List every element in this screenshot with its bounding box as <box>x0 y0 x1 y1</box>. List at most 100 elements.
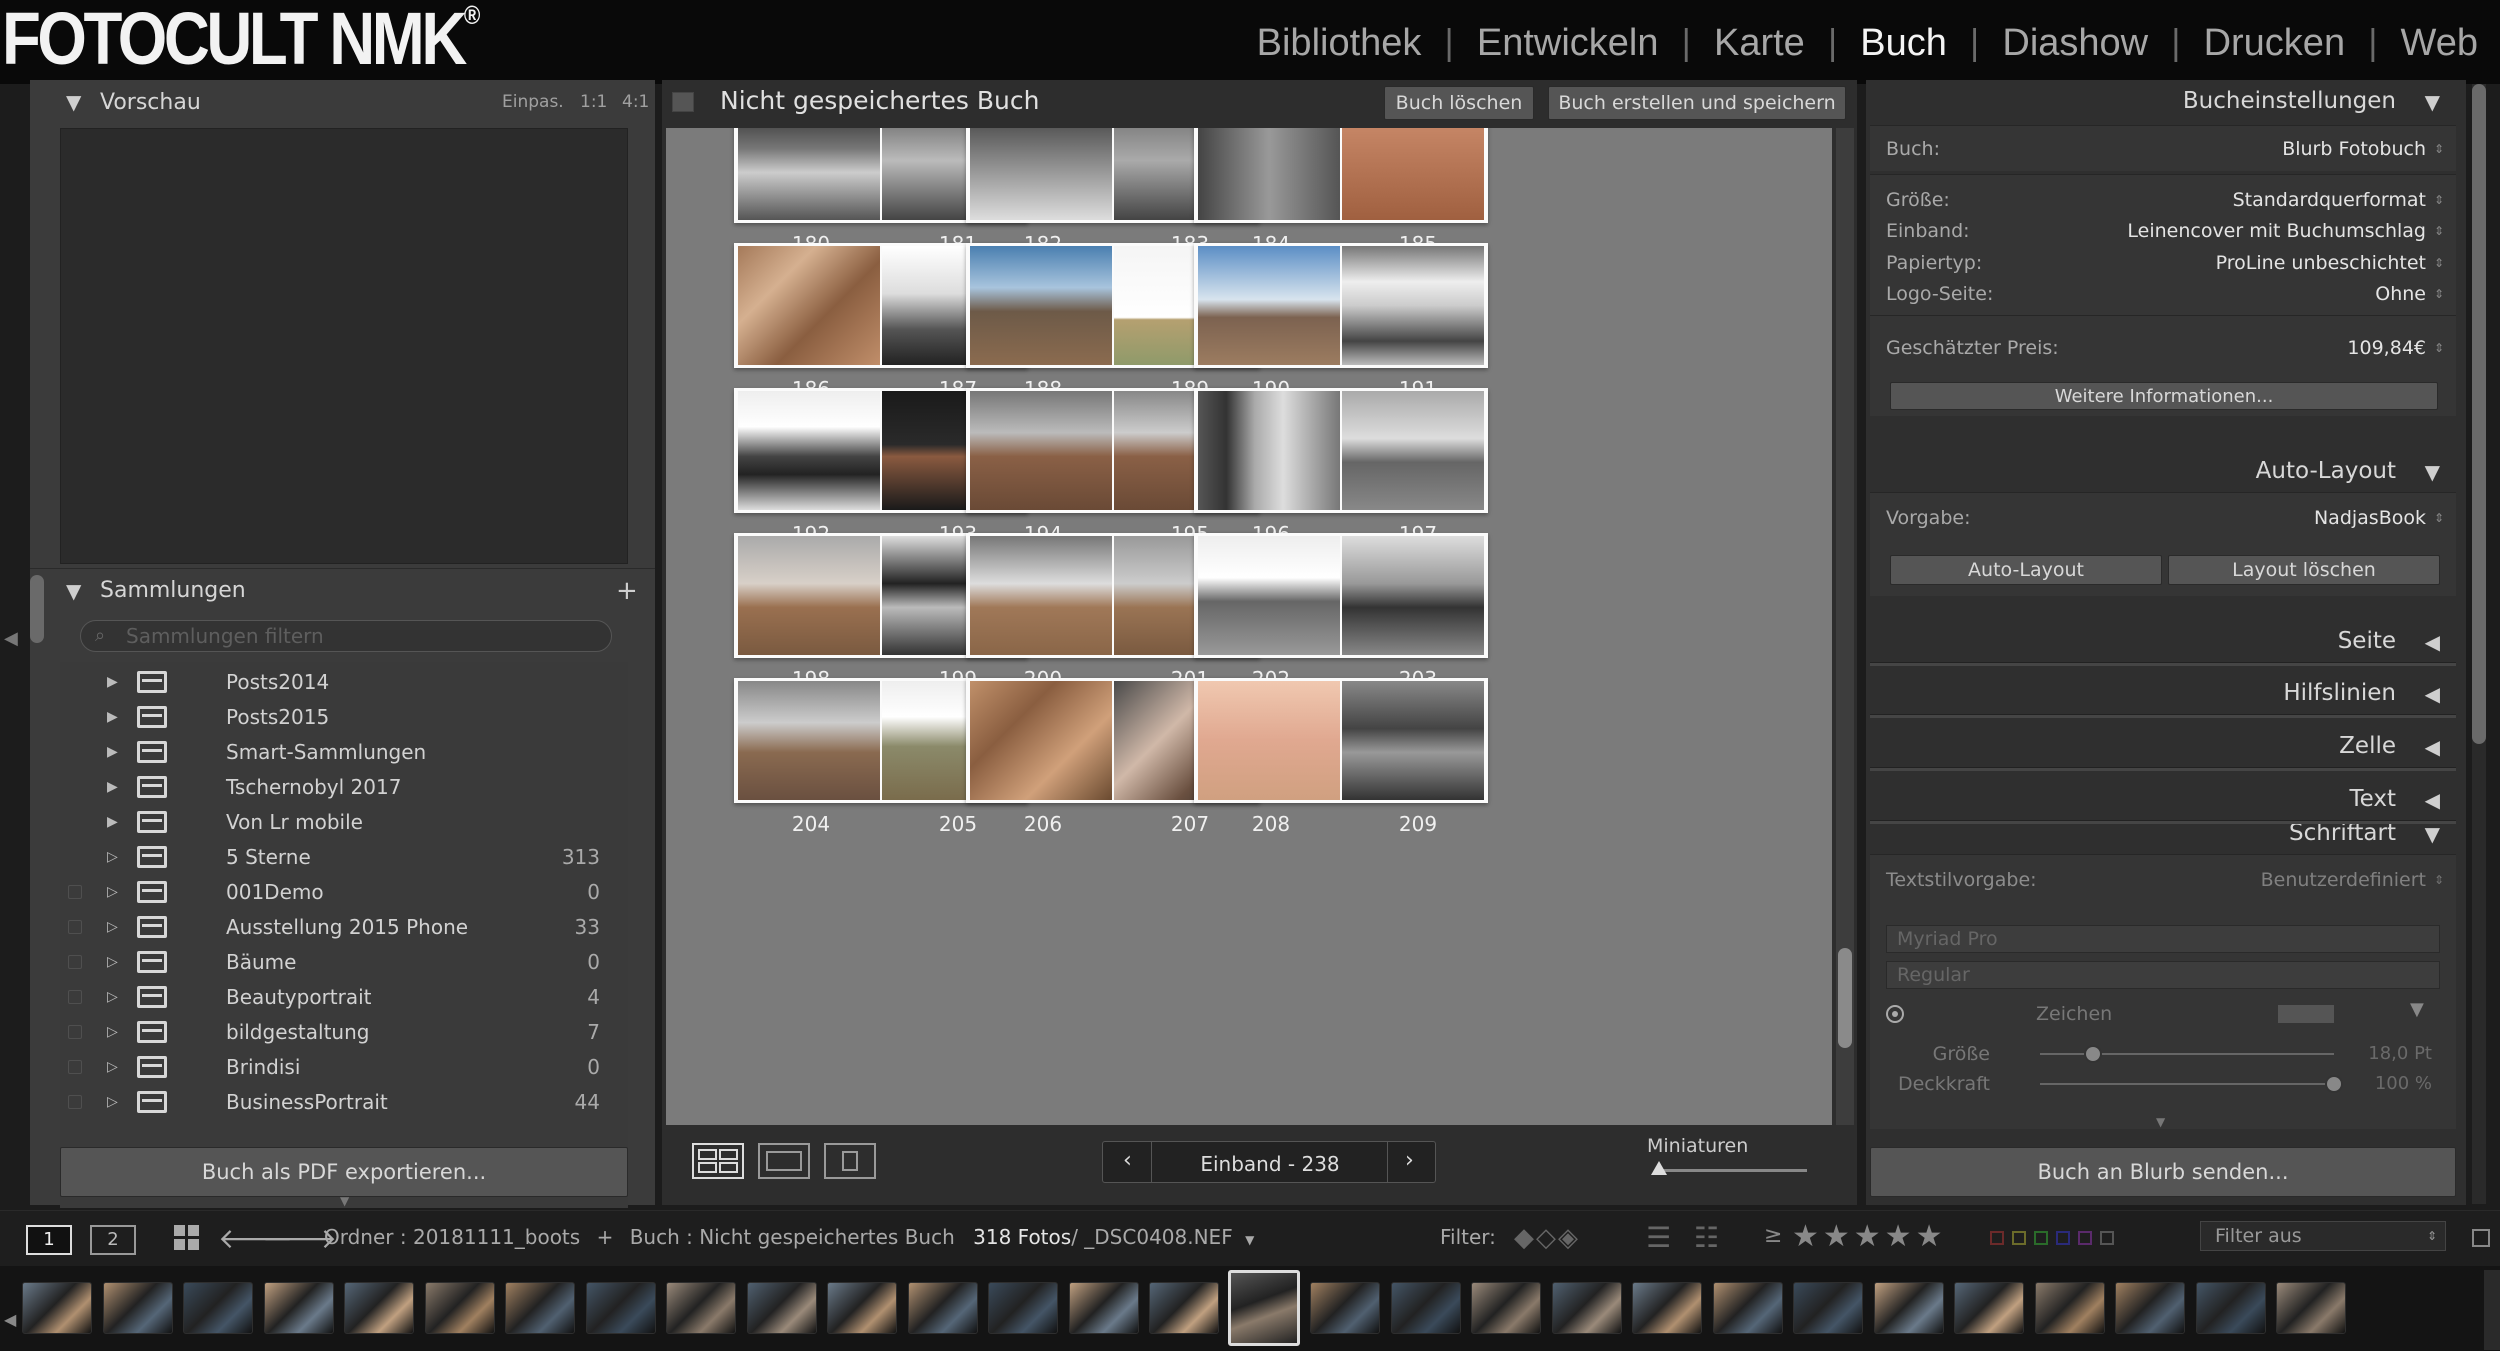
secondary-window-button[interactable]: 2 <box>90 1225 136 1255</box>
filmstrip-thumbnail[interactable] <box>2034 1282 2105 1334</box>
module-tab-5[interactable]: Diashow <box>1980 18 2170 68</box>
filter-lock-icon[interactable] <box>2472 1229 2490 1247</box>
filmstrip-thumbnail[interactable] <box>183 1282 253 1334</box>
expand-arrow-icon[interactable]: ▷ <box>107 1094 118 1110</box>
collapse-triangle-icon[interactable]: ▼ <box>66 579 81 603</box>
filmstrip-thumbnail[interactable] <box>666 1282 736 1334</box>
left-panel-toggle-icon[interactable]: ◀ <box>4 628 18 649</box>
auto-layout-button[interactable]: Auto-Layout <box>1890 555 2162 585</box>
text-style-row[interactable]: Textstilvorgabe: Benutzerdefiniert ⇕ <box>1870 865 2456 895</box>
delete-book-button[interactable]: Buch löschen <box>1384 86 1534 120</box>
expand-arrow-icon[interactable]: ▷ <box>107 919 118 935</box>
right-scrollbar-thumb[interactable] <box>2472 84 2486 744</box>
page-photo[interactable] <box>1342 536 1484 655</box>
collection-target-checkbox[interactable] <box>68 1094 82 1109</box>
collection-row[interactable]: ▷ 001Demo 0 <box>60 874 628 909</box>
module-tab-7[interactable]: Web <box>2379 18 2500 68</box>
page-photo[interactable] <box>1342 391 1484 510</box>
spread-view-icon[interactable] <box>758 1143 810 1179</box>
clear-layout-button[interactable]: Layout löschen <box>2168 555 2440 585</box>
collection-row[interactable]: ▷ Bäume 0 <box>60 944 628 979</box>
filmstrip-thumbnail[interactable] <box>1390 1282 1461 1334</box>
single-page-view-icon[interactable] <box>824 1143 876 1179</box>
book-spread[interactable] <box>1194 243 1488 368</box>
filmstrip-toggle-icon[interactable]: ◀ <box>4 1310 16 1329</box>
book-spread[interactable] <box>1194 678 1488 803</box>
send-to-blurb-button[interactable]: Buch an Blurb senden... <box>1870 1147 2456 1197</box>
filmstrip-thumbnail[interactable] <box>505 1282 575 1334</box>
slider-knob[interactable] <box>2325 1075 2343 1093</box>
virtual-copy-filter-icon[interactable]: ☷ <box>1694 1221 1719 1254</box>
font-size-slider[interactable] <box>2040 1045 2334 1063</box>
collection-row[interactable]: ▶ Von Lr mobile <box>60 804 628 839</box>
collection-target-checkbox[interactable] <box>68 1059 82 1074</box>
target-adjust-icon[interactable] <box>1886 1005 1904 1023</box>
size-row[interactable]: Größe: Standardquerformat ⇕ <box>1870 185 2456 215</box>
collection-row[interactable]: ▷ BusinessPortrait 44 <box>60 1084 628 1119</box>
preset-row[interactable]: Vorgabe: NadjasBook ⇕ <box>1870 503 2456 533</box>
filmstrip-thumbnail[interactable] <box>1793 1282 1863 1334</box>
page-photo[interactable] <box>738 536 880 655</box>
collection-row[interactable]: ▷ Brindisi 0 <box>60 1049 628 1084</box>
filmstrip-thumbnail[interactable] <box>1310 1282 1380 1334</box>
collection-row[interactable]: ▶ Tschernobyl 2017 <box>60 769 628 804</box>
thumbnail-size-slider[interactable] <box>1651 1161 1807 1175</box>
export-pdf-button[interactable]: Buch als PDF exportieren... <box>60 1147 628 1197</box>
module-tab-1[interactable]: Bibliothek <box>1235 18 1444 68</box>
center-scrollbar-thumb[interactable] <box>1838 948 1852 1048</box>
preview-header[interactable]: ▼ Vorschau Einpas. 1:1 4:1 <box>30 80 655 124</box>
filmstrip-thumbnail-selected[interactable] <box>1227 1270 1300 1346</box>
collection-row[interactable]: ▶ Smart-Sammlungen <box>60 734 628 769</box>
filmstrip-thumbnail[interactable] <box>102 1282 173 1334</box>
expand-triangle-icon[interactable]: ◀ <box>2425 682 2440 706</box>
primary-window-button[interactable]: 1 <box>26 1225 72 1255</box>
collection-target-checkbox[interactable] <box>68 884 82 899</box>
book-type-row[interactable]: Buch: Blurb Fotobuch ⇕ <box>1870 134 2456 164</box>
section-header-2[interactable]: Hilfslinien ◀ <box>1870 672 2456 718</box>
book-settings-header[interactable]: Bucheinstellungen ▼ <box>1870 80 2456 124</box>
expand-triangle-icon[interactable]: ◀ <box>2425 630 2440 654</box>
filmstrip-thumbnail[interactable] <box>988 1282 1058 1334</box>
character-expand-icon[interactable]: ▼ <box>2410 999 2424 1020</box>
collection-row[interactable]: ▷ bildgestaltung 7 <box>60 1014 628 1049</box>
font-weight-select[interactable]: Regular <box>1886 961 2440 989</box>
collection-target-checkbox[interactable] <box>68 919 82 934</box>
collection-target-checkbox[interactable] <box>68 954 82 969</box>
filmstrip-thumbnail[interactable] <box>1712 1282 1783 1334</box>
book-spread[interactable] <box>1194 128 1488 223</box>
right-scrollbar-track[interactable] <box>2472 84 2486 1204</box>
rating-filter-stars[interactable]: ★★★★★ <box>1792 1219 1946 1254</box>
page-photo[interactable] <box>738 246 880 365</box>
module-tab-2[interactable]: Entwickeln <box>1455 18 1681 68</box>
section-header-4[interactable]: Text ◀ <box>1870 778 2456 824</box>
filmstrip-thumbnail[interactable] <box>1873 1282 1944 1334</box>
book-spread[interactable] <box>1194 533 1488 658</box>
page-photo[interactable] <box>1198 128 1340 220</box>
filmstrip-thumbnail[interactable] <box>1068 1282 1139 1334</box>
expand-triangle-icon[interactable]: ◀ <box>2425 735 2440 759</box>
collection-row[interactable]: ▷ Ausstellung 2015 Phone 33 <box>60 909 628 944</box>
page-photo[interactable] <box>1342 128 1484 220</box>
filmstrip-thumbnail[interactable] <box>2195 1282 2266 1334</box>
collection-row[interactable]: ▷ Beautyportrait 4 <box>60 979 628 1014</box>
page-photo[interactable] <box>970 246 1112 365</box>
expand-arrow-icon[interactable]: ▷ <box>107 1024 118 1040</box>
more-info-button[interactable]: Weitere Informationen... <box>1890 382 2438 410</box>
filmstrip-thumbnail[interactable] <box>2276 1282 2346 1334</box>
page-photo[interactable] <box>1198 536 1340 655</box>
logo-page-row[interactable]: Logo-Seite: Ohne ⇕ <box>1870 279 2456 309</box>
filmstrip-thumbnail[interactable] <box>22 1282 92 1334</box>
expand-arrow-icon[interactable]: ▷ <box>107 1059 118 1075</box>
expand-arrow-icon[interactable]: ▶ <box>107 709 118 725</box>
page-photo[interactable] <box>738 128 880 220</box>
book-spread[interactable] <box>1194 388 1488 513</box>
create-book-button[interactable]: Buch erstellen und speichern <box>1548 86 1846 120</box>
zoom-1-1-button[interactable]: 1:1 <box>580 92 607 112</box>
collection-target-checkbox[interactable] <box>68 989 82 1004</box>
edit-filter-icon[interactable]: ☰ <box>1646 1221 1671 1254</box>
font-family-select[interactable]: Myriad Pro <box>1886 925 2440 953</box>
page-photo[interactable] <box>738 681 880 800</box>
expand-arrow-icon[interactable]: ▷ <box>107 989 118 1005</box>
module-tab-6[interactable]: Drucken <box>2182 18 2368 68</box>
module-tab-4[interactable]: Buch <box>1838 18 1969 68</box>
